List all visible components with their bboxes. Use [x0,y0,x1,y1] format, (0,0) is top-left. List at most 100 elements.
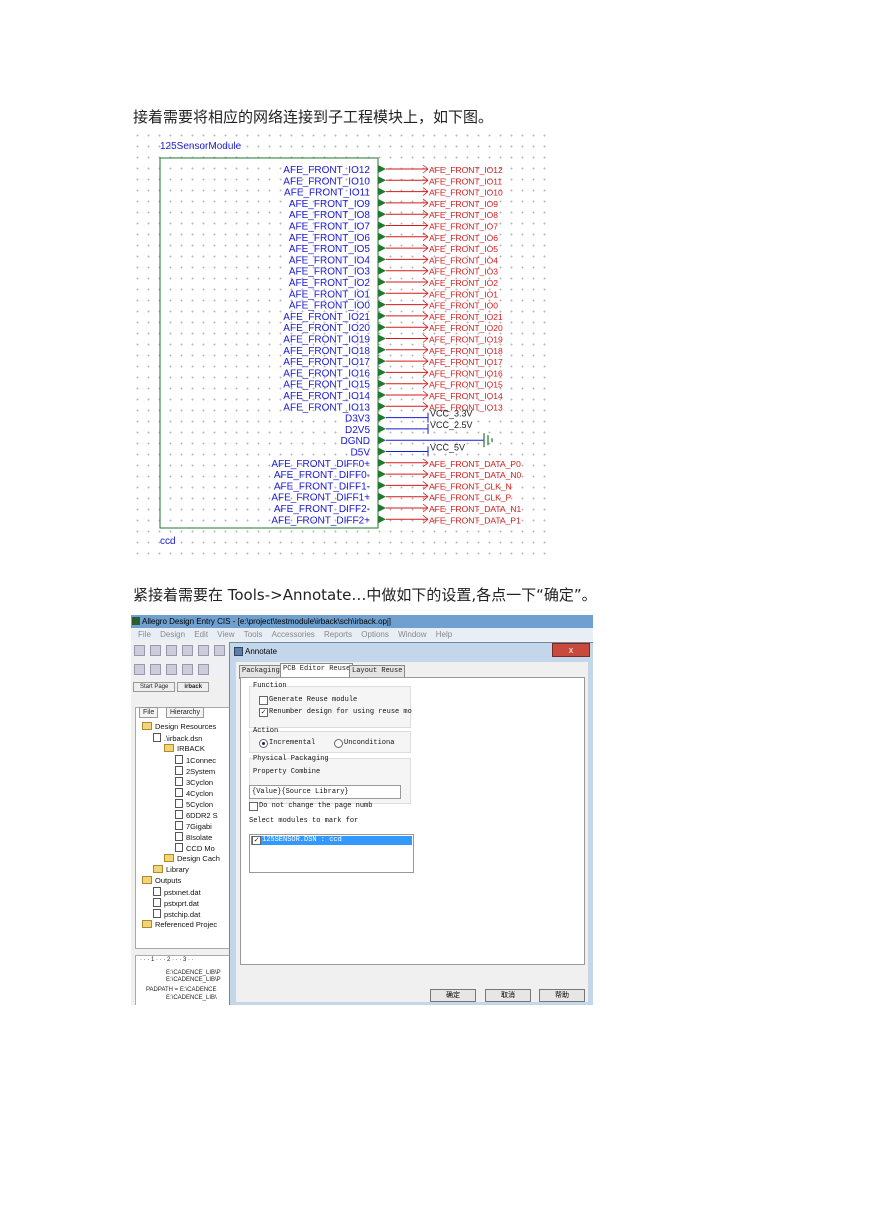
net-label: AFE_FRONT_IO2 [429,278,498,288]
tree-item[interactable]: Library [153,865,189,874]
annotate-icon[interactable] [166,664,177,675]
drc-icon[interactable] [150,664,161,675]
renumber-checkbox[interactable]: ✓ [259,708,268,717]
file-icon [153,898,161,907]
module-checkbox[interactable]: ✓ [252,836,261,845]
menu-edit[interactable]: Edit [194,630,208,639]
tree-item-label: pstchip.dat [164,910,201,919]
file-icon [175,843,183,852]
no-change-page-checkbox[interactable] [249,802,258,811]
cancel-button[interactable]: 取消 [485,989,531,1002]
session-log: · · · 1 · · · 2 · · · 3 · · E:\CADENCE_L… [135,955,233,1005]
net-label: AFE_FRONT_IO0 [429,301,498,311]
session-line: E:\CADENCE_LIB\P [166,970,221,976]
tree-item[interactable]: IRBACK [164,744,205,753]
unconditional-radio[interactable] [334,739,343,748]
tree-item[interactable]: Design Cach [164,854,220,863]
pin-label: AFE_FRONT_IO3 [289,267,371,278]
tree-item[interactable]: 3Cyclon [175,777,213,787]
menu-tools[interactable]: Tools [244,630,263,639]
port-arrow [378,379,386,388]
tree-item[interactable]: 1Connec [175,755,216,765]
netlist-icon[interactable] [134,664,145,675]
port-arrow [378,232,386,241]
menu-design[interactable]: Design [160,630,185,639]
net-label: AFE_FRONT_IO16 [429,368,503,378]
menu-help[interactable]: Help [436,630,452,639]
tree-item-label: CCD Mo [186,844,215,853]
property-combine-input[interactable]: {Value}{Source Library} [249,785,401,799]
copy-icon[interactable] [214,645,225,656]
tree-item[interactable]: Outputs [142,876,181,885]
menu-accessories[interactable]: Accessories [272,630,315,639]
incremental-radio[interactable] [259,739,268,748]
module-name: 125SensorModule [160,141,242,152]
net-label: AFE_FRONT_IO19 [429,335,503,345]
tree-item-label: IRBACK [177,744,205,753]
tree-item-label: Design Cach [177,854,220,863]
menu-reports[interactable]: Reports [324,630,352,639]
tab-start-page[interactable]: Start Page [133,682,176,692]
tree-item[interactable]: 8Isolate [175,832,212,842]
save-icon[interactable] [166,645,177,656]
power-net-label: VCC_2.5V [430,420,473,430]
tree-item[interactable]: Design Resources [142,722,216,731]
link-icon[interactable] [198,664,209,675]
pin-label: AFE_FRONT_IO16 [283,368,370,379]
port-arrow [378,176,386,185]
print-icon[interactable] [182,645,193,656]
generate-reuse-checkbox[interactable] [259,696,268,705]
menu-options[interactable]: Options [361,630,389,639]
tree-item[interactable]: pstchip.dat [153,909,200,919]
tab-hierarchy[interactable]: Hierarchy [166,707,204,718]
tree-item[interactable]: .\irback.dsn [153,733,202,743]
port-arrow [378,266,386,275]
bom-icon[interactable] [182,664,193,675]
pin-label: AFE_FRONT_DIFF0- [274,470,370,481]
tree-item-label: Outputs [155,876,182,885]
menu-bar: File Design Edit View Tools Accessories … [131,628,593,640]
module-item-label: 125SENSOR.DSN : ccd [262,836,342,844]
tree-item[interactable]: 6DDR2 S [175,810,218,820]
project-manager-panel: File Hierarchy Design Resources .\irback.… [135,707,233,949]
tree-item[interactable]: 4Cyclon [175,788,213,798]
tree-item[interactable]: 2System [175,766,215,776]
ok-button[interactable]: 确定 [430,989,476,1002]
pin-label: D5V [351,448,371,459]
port-arrow [378,391,386,399]
tree-item-label: 8Isolate [186,833,213,842]
close-button[interactable]: x [552,643,590,657]
open-icon[interactable] [150,645,161,656]
tree-item-label: 4Cyclon [186,789,214,798]
function-label: Function [253,682,287,690]
tree-item[interactable]: 5Cyclon [175,799,213,809]
net-label: AFE_FRONT_IO8 [429,210,498,220]
net-label: AFE_FRONT_DATA_P1 [429,515,521,525]
tab-pcb-editor-reuse[interactable]: PCB Editor Reuse [280,663,354,678]
port-arrow [378,515,386,524]
port-arrow [378,187,386,196]
cut-icon[interactable] [198,645,209,656]
tab-file[interactable]: File [139,707,159,718]
new-icon[interactable] [134,645,145,656]
menu-file[interactable]: File [138,630,151,639]
tree-item[interactable]: pstxprt.dat [153,898,199,908]
pcb-editor-reuse-panel: Function Generate Reuse module ✓ Renumbe… [240,677,585,965]
generate-reuse-label: Generate Reuse module [269,696,358,704]
tree-item[interactable]: Referenced Projec [142,920,217,929]
no-change-page-label: Do not change the page numb [259,802,373,810]
tree-item[interactable]: 7Gigabi [175,821,212,831]
module-row[interactable]: ✓ 125SENSOR.DSN : ccd [251,836,412,845]
net-label: AFE_FRONT_IO6 [429,233,498,243]
port-arrow [378,244,386,253]
help-button[interactable]: 帮助 [539,989,585,1002]
menu-view[interactable]: View [217,630,234,639]
menu-window[interactable]: Window [398,630,426,639]
net-label: AFE_FRONT_IO17 [429,357,503,367]
tree-item[interactable]: pstxnet.dat [153,887,201,897]
tree-item[interactable]: CCD Mo [175,843,215,853]
tab-irback[interactable]: irback [177,682,210,692]
folder-icon [164,854,174,862]
port-arrow [378,368,386,377]
file-icon [175,832,183,841]
